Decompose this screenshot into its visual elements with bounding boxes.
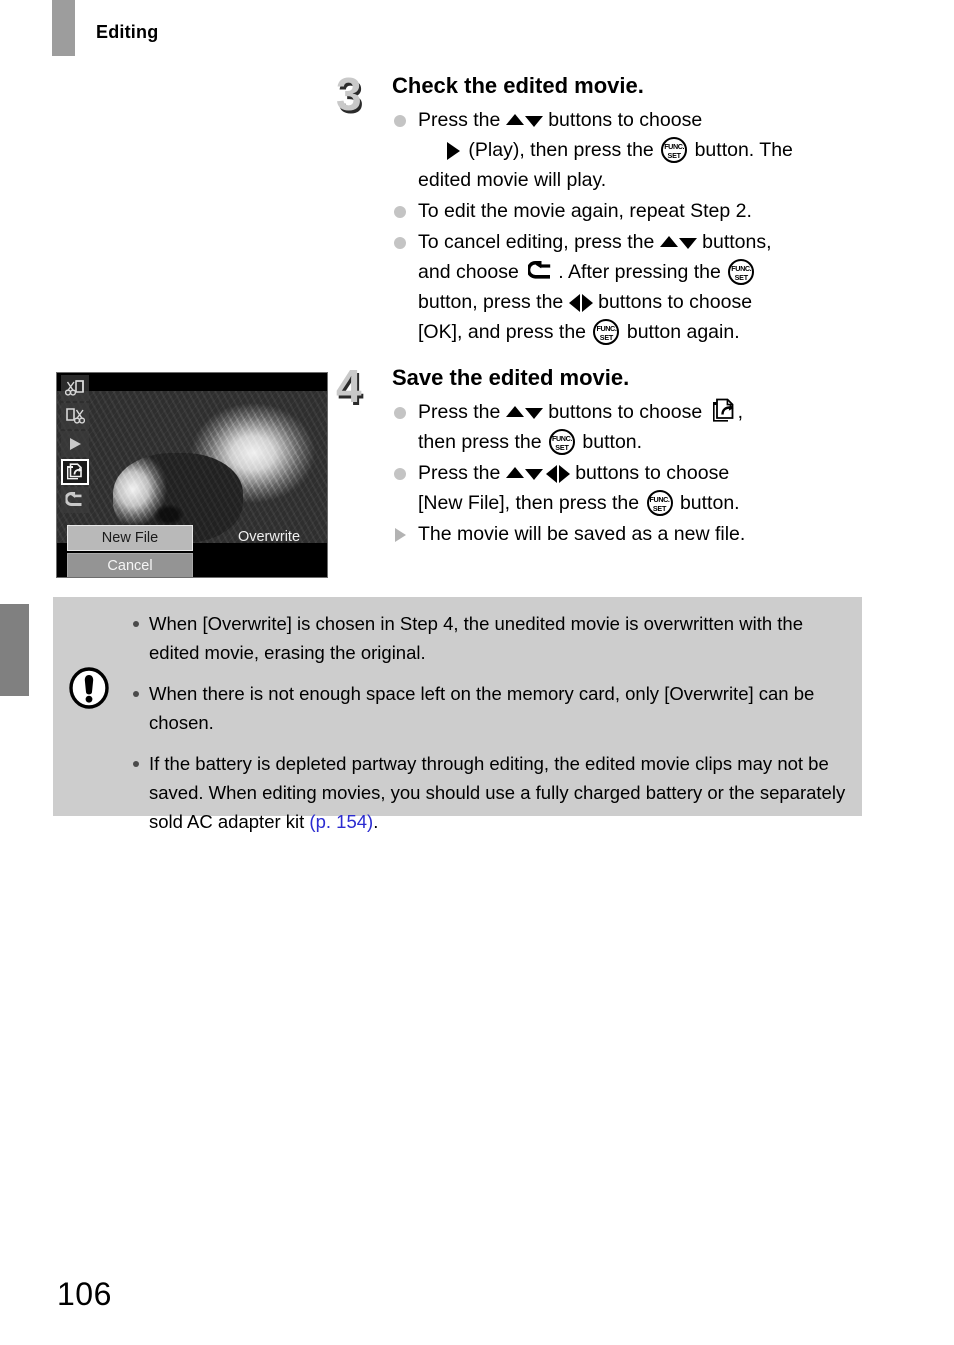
right-arrow-button-icon [558,464,570,483]
bullet-item: To cancel editing, press the buttons, an… [392,227,876,347]
func-set-bottom-label: SET [667,151,681,160]
down-arrow-button-icon [678,238,697,250]
text-fragment: button again. [621,321,740,343]
func-set-top-label: FUNC. [552,434,572,443]
caution-notes-box: When [Overwrite] is chosen in Step 4, th… [53,597,862,832]
chapter-tab-marker [52,0,75,56]
bullet-item: To edit the movie again, repeat Step 2. [392,196,876,226]
text-fragment: Press the [418,109,506,131]
text-fragment: . After pressing the [558,261,727,283]
down-arrow-button-icon [524,469,543,481]
text-fragment: then press the [418,431,547,453]
step-body: Save the edited movie. Press the buttons… [392,364,876,549]
left-arrow-button-icon [545,464,557,483]
text-fragment: To cancel editing, press the [418,231,660,253]
text-fragment: To edit the movie again, repeat Step 2. [418,200,752,222]
func-set-bottom-label: SET [599,333,614,342]
step-3: 3 Check the edited movie. Press the butt… [336,68,876,364]
bullet-item: The movie will be saved as a new file. [392,519,876,549]
trim-end-icon [61,403,89,429]
note-item: When [Overwrite] is chosen in Step 4, th… [131,609,849,667]
step-title: Save the edited movie. [392,365,630,390]
notes-list: When [Overwrite] is chosen in Step 4, th… [131,609,849,848]
up-arrow-button-icon [505,467,524,479]
func-set-top-label: FUNC. [596,324,617,333]
note-item: When there is not enough space left on t… [131,679,849,737]
text-fragment: , [737,401,743,423]
cancel-option[interactable]: Cancel [67,553,193,577]
text-fragment: [OK], and press the [418,321,592,343]
play-preview-icon [61,431,89,457]
step-body: Check the edited movie. Press the button… [392,72,876,347]
text-fragment: Press the [418,401,506,423]
up-arrow-button-icon [659,236,678,248]
text-fragment: The movie will be saved as a new file. [418,523,746,545]
func-set-top-label: FUNC. [731,264,752,273]
save-option-menu: New File Overwrite Cancel [57,523,327,577]
down-arrow-button-icon [524,408,543,420]
movie-frame-photo [57,391,327,543]
note-text-suffix: . [373,811,379,832]
play-triangle-icon [447,141,460,160]
note-item: If the battery is depleted partway throu… [131,749,849,836]
text-fragment: Press the [418,462,506,484]
func-set-button-icon: FUNC. SET [549,429,575,455]
func-set-bottom-label: SET [734,273,749,282]
overwrite-option[interactable]: Overwrite [217,525,321,549]
func-set-top-label: FUNC. [664,142,685,151]
note-text: If the battery is depleted partway throu… [149,753,846,832]
step-bullet-list: Press the buttons to choose , then press… [392,397,876,549]
steps-column: 3 Check the edited movie. Press the butt… [336,68,876,550]
text-fragment: buttons to choose [542,401,708,423]
down-arrow-button-icon [524,116,543,128]
save-new-file-icon [61,459,89,485]
func-set-top-label: FUNC. [649,495,670,504]
right-arrow-button-icon [581,293,593,312]
text-fragment: buttons to choose [569,462,730,484]
chapter-title: Editing [96,22,159,42]
text-fragment: button, press the [418,291,569,313]
section-edge-tab [0,604,29,696]
text-fragment: buttons to choose [542,109,703,131]
text-fragment: and choose [418,261,525,283]
text-fragment: button. [674,492,740,514]
note-text: When there is not enough space left on t… [149,683,815,733]
page-reference-link[interactable]: (p. 154) [309,811,373,832]
text-fragment: [New File], then press the [418,492,645,514]
left-arrow-button-icon [568,293,580,312]
step-number: 3 [336,68,362,120]
func-set-button-icon: FUNC. SET [646,490,673,516]
page-number: 106 [57,1276,112,1312]
step-4: 4 Save the edited movie. Press the butto… [336,360,876,549]
text-fragment: buttons to choose [592,291,753,313]
text-fragment: (Play), then press the [463,139,660,161]
caution-exclamation-icon [69,667,109,709]
note-text: When [Overwrite] is chosen in Step 4, th… [149,613,803,663]
text-fragment: button. [577,431,643,453]
step-number: 4 [336,360,362,412]
bullet-item: Press the buttons to choose [New File], … [392,458,876,518]
trim-beginning-icon [61,375,89,401]
camera-screen-screenshot: New File Overwrite Cancel [56,372,328,578]
func-set-bottom-label: SET [555,443,569,452]
step-bullet-list: Press the buttons to choose (Play), then… [392,105,876,347]
back-undo-arrow-icon [528,261,551,279]
edit-tool-icon-column [61,375,91,515]
cancel-back-icon [61,487,89,513]
up-arrow-button-icon [505,406,524,418]
func-set-button-icon: FUNC. SET [728,259,755,285]
step-title: Check the edited movie. [392,73,644,98]
func-set-button-icon: FUNC. SET [661,137,688,163]
bullet-item: Press the buttons to choose (Play), then… [392,105,876,195]
up-arrow-button-icon [505,114,524,126]
func-set-button-icon: FUNC. SET [593,319,620,345]
text-fragment: buttons, [696,231,772,253]
text-fragment: button. The [689,139,793,161]
save-new-file-icon [712,398,734,422]
new-file-option[interactable]: New File [67,525,193,551]
func-set-bottom-label: SET [652,504,667,513]
text-fragment: edited movie will play. [418,169,607,191]
bullet-item: Press the buttons to choose , then press… [392,397,876,457]
